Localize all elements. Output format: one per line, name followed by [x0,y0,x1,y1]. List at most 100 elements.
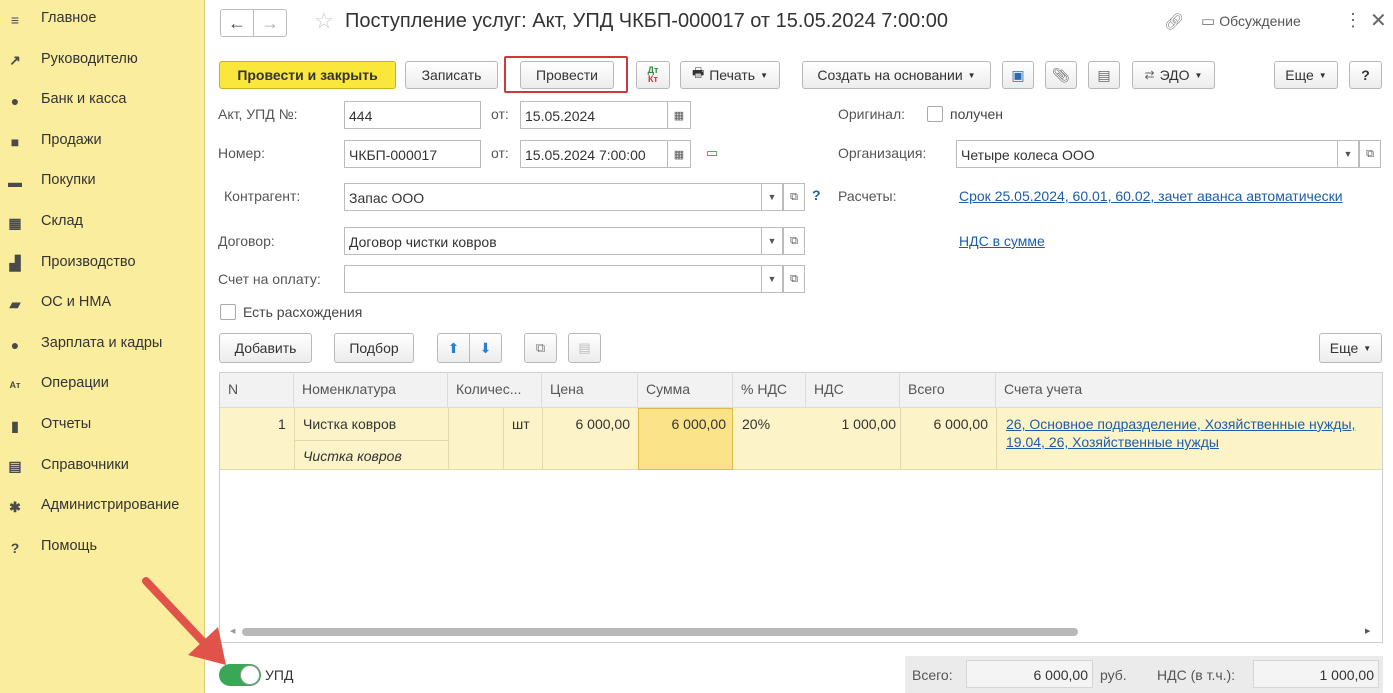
number-field[interactable]: ЧКБП-000017 [344,140,481,168]
number-date-field[interactable]: 15.05.2024 7:00:00 [520,140,668,168]
copy-icon: ⧉ [535,340,546,355]
organization-dropdown[interactable]: ▼ [1337,140,1359,168]
list-button[interactable]: ▤ [1088,61,1120,89]
col-item[interactable]: Номенклатура [294,372,448,408]
contract-open[interactable]: ⧉ [783,227,805,255]
total-label: Всего: [912,667,953,683]
contractor-dropdown[interactable]: ▼ [761,183,783,211]
more-menu-icon[interactable]: ⋮ [1344,10,1362,31]
attach-button[interactable]: 📎︎ [1045,61,1077,89]
vat-link[interactable]: НДС в сумме [959,233,1045,249]
post-button[interactable]: Провести [520,61,614,89]
act-date-field[interactable]: 15.05.2024 [520,101,668,129]
scroll-right-icon[interactable]: ▶ [1365,627,1370,635]
link-icon[interactable]: 🔗︎ [1164,12,1184,32]
sidebar-item[interactable]: ● Зарплата и кадры [0,325,205,365]
sidebar-item[interactable]: Aт Операции [0,365,205,405]
sidebar-item[interactable]: ▰ ОС и НМА [0,284,205,324]
invoice-open[interactable]: ⧉ [783,265,805,293]
sidebar-item-label: Зарплата и кадры [41,334,163,351]
sidebar-item[interactable]: ✱ Администрирование [0,487,205,527]
discrepancy-checkbox[interactable] [220,304,236,320]
number-check-icon[interactable]: ▭ [706,145,718,161]
sidebar-item-label: Справочники [41,456,129,473]
discrepancy-label: Есть расхождения [243,304,363,320]
sidebar-item[interactable]: ■ Продажи [0,122,205,162]
row-vat[interactable]: 1 000,00 [806,416,897,432]
col-price[interactable]: Цена [542,372,638,408]
contractor-open[interactable]: ⧉ [783,183,805,211]
move-down-button[interactable]: ⬇ [469,333,502,363]
col-n[interactable]: N [220,372,294,408]
row-col-divider [294,408,295,470]
payments-link[interactable]: Срок 25.05.2024, 60.01, 60.02, зачет ава… [959,188,1343,204]
horizontal-scrollbar[interactable] [242,628,1078,636]
print-button[interactable]: 🖶 Печать ▼ [680,61,780,89]
act-number-field[interactable]: 444 [344,101,481,129]
paste-button[interactable]: ▤ [568,333,601,363]
col-vat-rate[interactable]: % НДС [733,372,806,408]
row-accounts-link-2[interactable]: 19.04, 26, Хозяйственные нужды [1006,434,1219,450]
calendar-button[interactable]: ▦ [667,140,691,168]
col-vat[interactable]: НДС [806,372,900,408]
calendar-button[interactable]: ▦ [667,101,691,129]
save-button[interactable]: Записать [405,61,498,89]
sidebar-item[interactable]: ? Помощь [0,528,205,568]
chevron-down-icon: ▼ [967,70,976,80]
col-qty[interactable]: Количес... [448,372,542,408]
post-and-close-button[interactable]: Провести и закрыть [219,61,396,89]
sidebar-item[interactable]: ↗ Руководителю [0,41,205,81]
organization-open[interactable]: ⧉ [1359,140,1381,168]
dtkt-button[interactable]: Дт Кт [636,61,670,89]
row-price[interactable]: 6 000,00 [542,416,631,432]
col-accounts[interactable]: Счета учета [996,372,1382,408]
edo-button[interactable]: ⇄ ЭДО ▼ [1132,61,1215,89]
sidebar-item-icon: ▟ [9,255,21,272]
sidebar-item[interactable]: ▟ Производство [0,244,205,284]
open-icon: ⧉ [1366,147,1374,160]
more-button[interactable]: Еще ▼ [1274,61,1338,89]
row-accounts-link[interactable]: 26, Основное подразделение, Хозяйственны… [1006,416,1382,432]
add-button[interactable]: Добавить [219,333,312,363]
move-up-button[interactable]: ⬆ [437,333,470,363]
row-sum[interactable]: 6 000,00 [638,416,727,432]
back-button[interactable]: ← [220,9,254,37]
sidebar-item[interactable]: ▦ Склад [0,203,205,243]
forward-button[interactable]: → [253,9,287,37]
sidebar-item[interactable]: ≡ Главное [0,0,205,40]
contractor-field[interactable]: Запас ООО [344,183,762,211]
sidebar-item[interactable]: ▤ Справочники [0,447,205,487]
copy-button[interactable]: ⧉ [524,333,557,363]
contract-dropdown[interactable]: ▼ [761,227,783,255]
invoice-field[interactable] [344,265,762,293]
sidebar-item-label: Отчеты [41,416,92,432]
pick-button[interactable]: Подбор [334,333,414,363]
col-total[interactable]: Всего [900,372,996,408]
row-vat-rate[interactable]: 20% [742,416,770,432]
chevron-down-icon: ▼ [767,274,777,284]
total-field: 6 000,00 [966,660,1093,688]
col-sum[interactable]: Сумма [638,372,733,408]
help-icon[interactable]: ? [812,187,821,203]
discussion-button[interactable]: ▭ Обсуждение [1201,12,1301,30]
help-button[interactable]: ? [1349,61,1382,89]
contract-field[interactable]: Договор чистки ковров [344,227,762,255]
table-more-button[interactable]: Еще ▼ [1319,333,1382,363]
arrow-left-icon: ← [228,12,246,33]
main-area: ← → ☆ Поступление услуг: Акт, УПД ЧКБП-0… [206,0,1393,693]
invoice-dropdown[interactable]: ▼ [761,265,783,293]
row-item[interactable]: Чистка ковров [303,416,396,432]
organization-field[interactable]: Четыре колеса ООО [956,140,1340,168]
close-icon[interactable]: ✕ [1370,8,1387,33]
star-icon[interactable]: ☆ [314,8,334,34]
original-checkbox[interactable] [927,106,943,122]
act-number-label: Акт, УПД №: [218,106,298,122]
create-based-button[interactable]: Создать на основании ▼ [802,61,991,89]
sidebar-item[interactable]: ▬ Покупки [0,162,205,202]
vat-total-label: НДС (в т.ч.): [1157,667,1236,683]
sidebar-item-icon: ▦ [8,214,22,231]
sidebar-item[interactable]: ▮ Отчеты [0,406,205,446]
structure-button[interactable]: ▣ [1002,61,1034,89]
row-item-sub[interactable]: Чистка ковров [303,448,402,464]
sidebar-item[interactable]: ● Банк и касса [0,81,205,121]
